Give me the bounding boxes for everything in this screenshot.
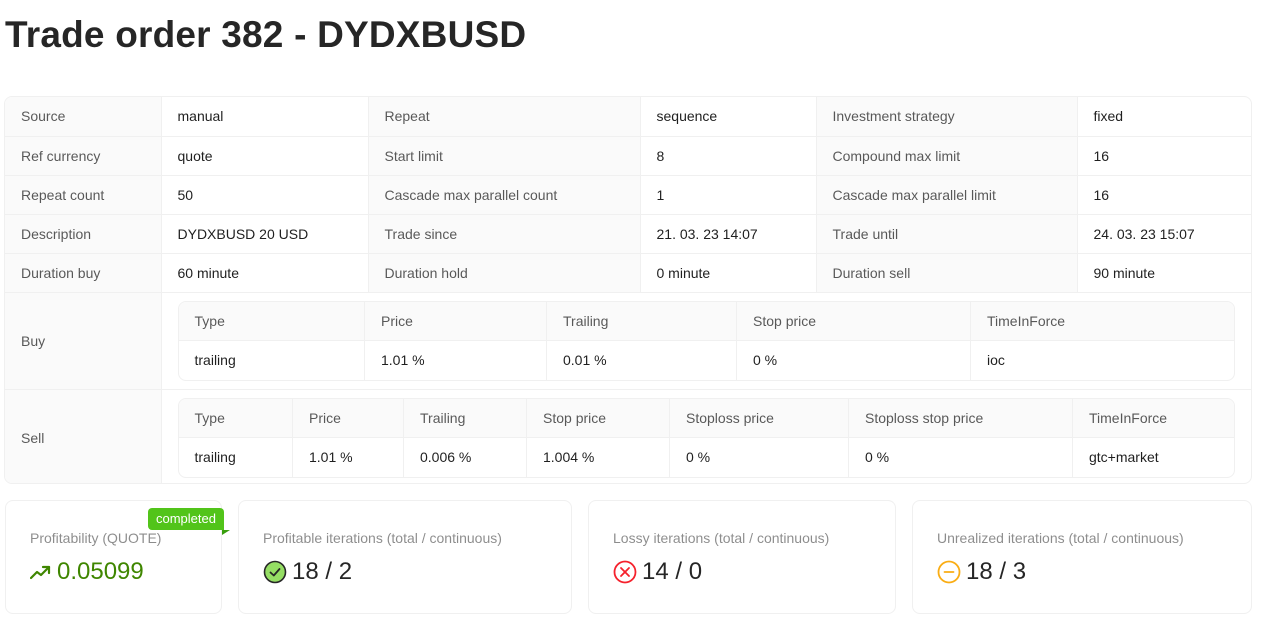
field-label-cascade-max-parallel-count: Cascade max parallel count [368, 175, 641, 215]
sell-header-stop-price: Stop price [526, 398, 670, 438]
profitable-iterations-value: 18 / 2 [292, 558, 353, 585]
details-row: Duration buy 60 minute Duration hold 0 m… [5, 253, 1251, 293]
buy-header-price: Price [364, 301, 547, 341]
profitability-value-group: 0.05099 [30, 558, 144, 586]
field-label-cascade-max-parallel-limit: Cascade max parallel limit [816, 175, 1078, 215]
buy-settings-table: Type Price Trailing Stop price TimeInFor… [177, 300, 1235, 381]
buy-row: Buy Type Price Trailing Stop price TimeI… [5, 292, 1251, 390]
field-value-ref-currency: quote [161, 136, 369, 176]
sell-label: Sell [5, 389, 162, 483]
field-label-compound-max-limit: Compound max limit [816, 136, 1078, 176]
buy-value-price: 1.01 % [364, 340, 547, 380]
field-value-cascade-max-parallel-count: 1 [640, 175, 817, 215]
lossy-iterations-value-group: 14 / 0 [613, 558, 702, 586]
buy-header-timeinforce: TimeInForce [970, 301, 1234, 341]
field-value-investment-strategy: fixed [1077, 97, 1251, 137]
profitable-iterations-title: Profitable iterations (total / continuou… [263, 530, 502, 546]
unrealized-iterations-value-group: 18 / 3 [937, 558, 1026, 586]
sell-header-row: Type Price Trailing Stop price Stoploss … [178, 398, 1234, 438]
profitable-iterations-card: Profitable iterations (total / continuou… [238, 500, 572, 614]
profitability-value: 0.05099 [57, 558, 144, 585]
buy-settings-cell: Type Price Trailing Stop price TimeInFor… [161, 292, 1251, 390]
sell-header-stoploss-price: Stoploss price [669, 398, 849, 438]
field-value-description: DYDXBUSD 20 USD [161, 214, 369, 254]
lossy-iterations-value: 14 / 0 [642, 558, 703, 585]
field-value-duration-sell: 90 minute [1077, 253, 1251, 293]
rise-icon [30, 565, 51, 580]
buy-value-stop-price: 0 % [736, 340, 971, 380]
field-label-ref-currency: Ref currency [5, 136, 162, 176]
field-label-duration-buy: Duration buy [5, 253, 162, 293]
buy-label: Buy [5, 292, 162, 390]
field-label-start-limit: Start limit [368, 136, 641, 176]
sell-settings-cell: Type Price Trailing Stop price Stoploss … [161, 389, 1251, 483]
details-row: Source manual Repeat sequence Investment… [5, 97, 1251, 137]
unrealized-iterations-title: Unrealized iterations (total / continuou… [937, 530, 1184, 546]
sell-value-timeinforce: gtc+market [1089, 449, 1159, 466]
field-value-duration-hold: 0 minute [640, 253, 817, 293]
details-row: Repeat count 50 Cascade max parallel cou… [5, 175, 1251, 215]
sell-value-price: 1.01 % [292, 437, 404, 477]
sell-header-timeinforce: TimeInForce [1072, 398, 1234, 438]
field-value-trade-until: 24. 03. 23 15:07 [1077, 214, 1251, 254]
field-value-repeat: sequence [640, 97, 817, 137]
field-label-duration-hold: Duration hold [368, 253, 641, 293]
field-label-investment-strategy: Investment strategy [816, 97, 1078, 137]
field-value-compound-max-limit: 16 [1077, 136, 1251, 176]
field-label-source: Source [5, 97, 162, 137]
status-badge: completed [148, 508, 224, 530]
sell-row: Sell Type Price Trailing Stop price Stop… [5, 389, 1251, 483]
lossy-iterations-card: Lossy iterations (total / continuous) 14… [588, 500, 896, 614]
unrealized-iterations-card: Unrealized iterations (total / continuou… [912, 500, 1252, 614]
buy-value-timeinforce: ioc [987, 352, 1005, 369]
details-row: Ref currency quote Start limit 8 Compoun… [5, 136, 1251, 176]
field-value-start-limit: 8 [640, 136, 817, 176]
sell-settings-table: Type Price Trailing Stop price Stoploss … [177, 397, 1235, 478]
field-label-repeat-count: Repeat count [5, 175, 162, 215]
sell-value-stoploss-price: 0 % [669, 437, 849, 477]
trade-order-details: Source manual Repeat sequence Investment… [4, 96, 1252, 484]
sell-value-stop-price: 1.004 % [526, 437, 670, 477]
profitable-iterations-value-group: 18 / 2 [263, 558, 352, 586]
sell-header-stoploss-stop-price: Stoploss stop price [848, 398, 1073, 438]
field-value-duration-buy: 60 minute [161, 253, 369, 293]
field-label-trade-until: Trade until [816, 214, 1078, 254]
field-value-cascade-max-parallel-limit: 16 [1077, 175, 1251, 215]
buy-header-type: Type [178, 301, 365, 341]
sell-header-price: Price [292, 398, 404, 438]
buy-header-trailing: Trailing [546, 301, 737, 341]
buy-header-stop-price: Stop price [736, 301, 971, 341]
unrealized-iterations-value: 18 / 3 [966, 558, 1027, 585]
buy-value-row: trailing 1.01 % 0.01 % 0 % ioc [178, 340, 1235, 380]
page-title: Trade order 382 - DYDXBUSD [5, 14, 527, 55]
field-label-trade-since: Trade since [368, 214, 641, 254]
sell-header-type: Type [178, 398, 293, 438]
minus-circle-icon [937, 560, 961, 584]
sell-header-trailing: Trailing [403, 398, 527, 438]
field-label-repeat: Repeat [368, 97, 641, 137]
status-badge-corner [222, 530, 230, 535]
sell-value-trailing: 0.006 % [403, 437, 527, 477]
sell-value-stoploss-stop-price: 0 % [848, 437, 1073, 477]
buy-value-type: trailing [178, 340, 365, 380]
profitability-title: Profitability (QUOTE) [30, 530, 162, 546]
details-row: Description DYDXBUSD 20 USD Trade since … [5, 214, 1251, 254]
lossy-iterations-title: Lossy iterations (total / continuous) [613, 530, 830, 546]
buy-value-trailing: 0.01 % [546, 340, 737, 380]
field-value-trade-since: 21. 03. 23 14:07 [640, 214, 817, 254]
field-value-source: manual [161, 97, 369, 137]
sell-value-type: trailing [178, 437, 293, 477]
field-label-description: Description [5, 214, 162, 254]
buy-header-row: Type Price Trailing Stop price TimeInFor… [178, 301, 1234, 341]
close-circle-icon [613, 560, 637, 584]
field-label-duration-sell: Duration sell [816, 253, 1078, 293]
sell-value-row: trailing 1.01 % 0.006 % 1.004 % 0 % 0 % … [178, 437, 1235, 477]
field-value-repeat-count: 50 [161, 175, 369, 215]
check-circle-icon [263, 560, 287, 584]
